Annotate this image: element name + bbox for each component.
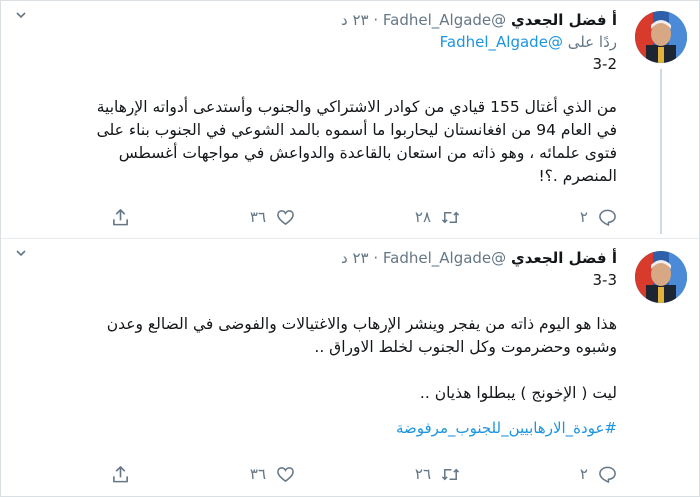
replying-to-label: ردًا على <box>567 33 617 51</box>
tweet-text-line: فتوى علمائه ، وهو ذاته من استعان بالقاعد… <box>118 144 617 162</box>
retweet-count: ٢٦ <box>414 465 432 483</box>
thread-connector <box>660 69 662 234</box>
tweet-actions: ٣٦ ٢٨ ٢ <box>111 206 617 228</box>
retweet-icon <box>441 211 460 223</box>
reply-button[interactable]: ٢ <box>580 465 617 484</box>
share-icon <box>113 208 128 225</box>
retweet-button[interactable]: ٢٦ <box>415 465 460 484</box>
tweet-text: هذا هو اليوم ذاته من يفجر وينشر الإرهاب … <box>15 313 617 405</box>
tweet-actions: ٣٦ ٢٦ ٢ <box>111 463 617 485</box>
like-button[interactable]: ٣٦ <box>250 465 295 484</box>
hashtag-link[interactable]: #عودة_الارهابيين_للجنوب_مرفوضة <box>15 419 617 437</box>
tweet-text-line: في العام 94 من افغانستان ليحاربوا ما أسم… <box>96 121 617 139</box>
tweet-body: أ فضل الجعدي @Fadhel_Algade · ٢٣ د ردًا … <box>15 9 617 188</box>
chevron-down-icon[interactable] <box>15 247 27 263</box>
reply-count: ٢ <box>579 208 588 226</box>
replying-to: ردًا على @Fadhel_Algade <box>15 31 617 53</box>
retweet-button[interactable]: ٢٨ <box>415 208 460 227</box>
tweet-text-line: وشبوه وحضرموت وكل الجنوب لخلط الاوراق .. <box>314 338 617 356</box>
like-count: ٣٦ <box>249 208 267 226</box>
share-button[interactable] <box>111 465 130 484</box>
tweet-text-line: المنصرم .؟! <box>538 167 617 185</box>
author-name[interactable]: أ فضل الجعدي <box>511 11 617 29</box>
tweet-timestamp[interactable]: · ٢٣ د <box>341 11 378 29</box>
reply-button[interactable]: ٢ <box>580 208 617 227</box>
tweet-text: من الذي أغتال 155 قيادي من كوادر الاشترا… <box>15 96 617 188</box>
avatar[interactable] <box>635 251 687 303</box>
tweet-text-line: هذا هو اليوم ذاته من يفجر وينشر الإرهاب … <box>106 315 617 333</box>
heart-icon <box>277 209 294 225</box>
share-icon <box>113 465 128 482</box>
tweet-timestamp[interactable]: · ٢٣ د <box>341 249 378 267</box>
reply-icon <box>599 466 616 483</box>
heart-icon <box>277 466 294 482</box>
tweet-text-line: من الذي أغتال 155 قيادي من كوادر الاشترا… <box>96 98 617 116</box>
tweet-thread: أ فضل الجعدي @Fadhel_Algade · ٢٣ د ردًا … <box>0 0 700 497</box>
reply-icon <box>599 209 616 226</box>
retweet-count: ٢٨ <box>414 208 432 226</box>
author-handle[interactable]: @Fadhel_Algade <box>383 249 506 267</box>
reply-count: ٢ <box>579 465 588 483</box>
replying-to-handle[interactable]: @Fadhel_Algade <box>440 33 563 51</box>
tweet-body: أ فضل الجعدي @Fadhel_Algade · ٢٣ د 3-3 ه… <box>15 247 617 437</box>
tweet[interactable]: أ فضل الجعدي @Fadhel_Algade · ٢٣ د ردًا … <box>1 1 699 238</box>
tweet-text-line: ليت ( الإخونج ) يبطلوا هذيان .. <box>419 384 617 402</box>
thread-number: 3-3 <box>592 271 618 289</box>
tweet-text-blank <box>15 359 617 382</box>
like-button[interactable]: ٣٦ <box>250 208 295 227</box>
chevron-down-icon[interactable] <box>15 9 27 25</box>
author-name[interactable]: أ فضل الجعدي <box>511 249 617 267</box>
like-count: ٣٦ <box>249 465 267 483</box>
share-button[interactable] <box>111 208 130 227</box>
author-handle[interactable]: @Fadhel_Algade <box>383 11 506 29</box>
tweet-header: أ فضل الجعدي @Fadhel_Algade · ٢٣ د <box>15 247 617 269</box>
retweet-icon <box>441 468 460 480</box>
tweet[interactable]: أ فضل الجعدي @Fadhel_Algade · ٢٣ د 3-3 ه… <box>1 238 699 497</box>
tweet-header: أ فضل الجعدي @Fadhel_Algade · ٢٣ د <box>15 9 617 31</box>
thread-number: 3-2 <box>592 55 618 73</box>
avatar[interactable] <box>635 11 687 63</box>
